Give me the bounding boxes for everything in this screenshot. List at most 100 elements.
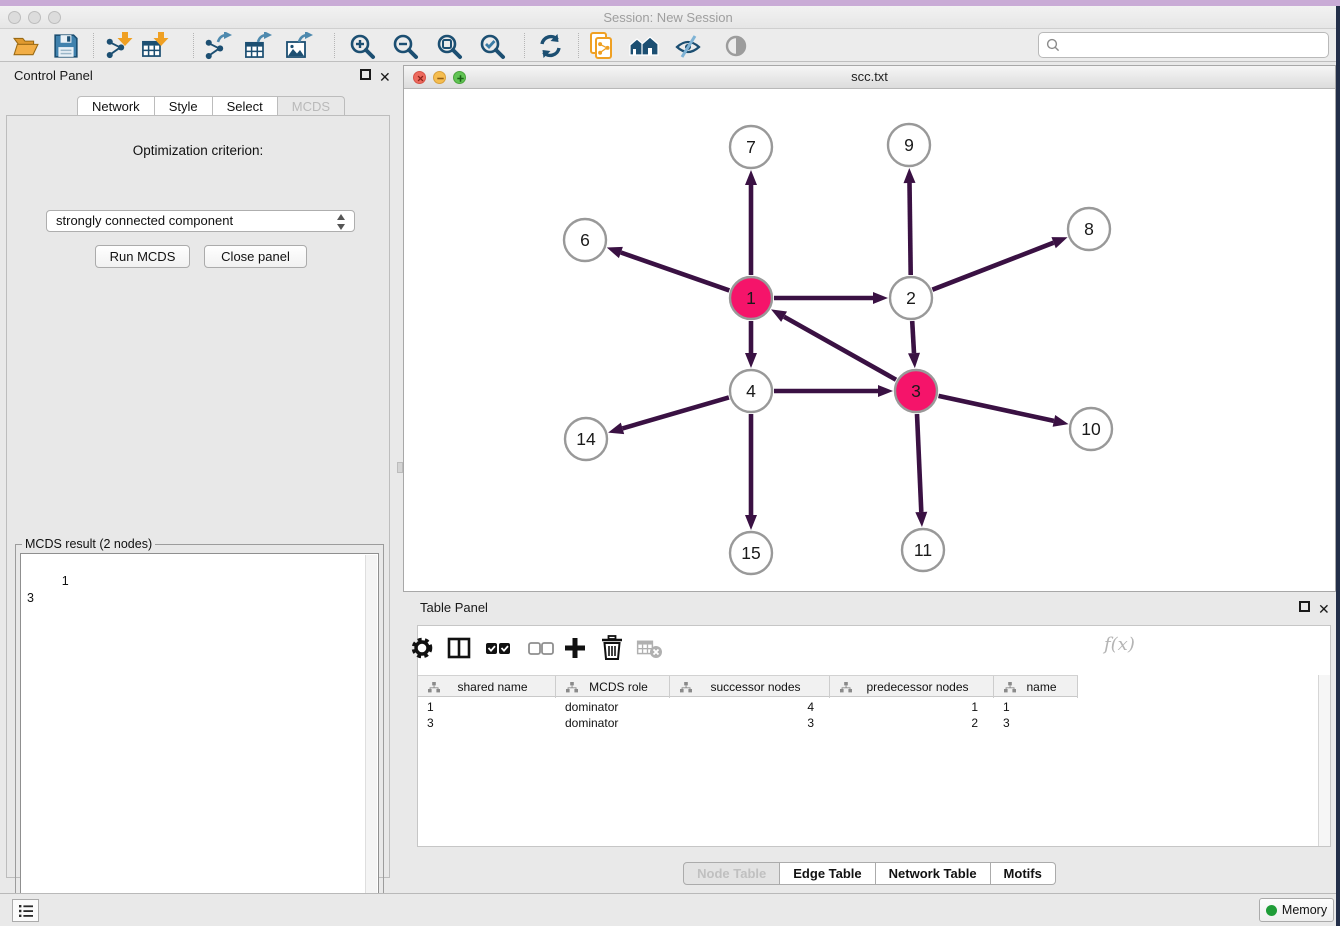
tab-node-table[interactable]: Node Table bbox=[683, 862, 780, 885]
zoom-window-icon[interactable] bbox=[48, 11, 61, 24]
zoom-fit-icon[interactable] bbox=[434, 31, 464, 61]
table-cell[interactable]: dominator bbox=[565, 699, 669, 715]
table-cell[interactable]: dominator bbox=[565, 715, 669, 731]
memory-button[interactable]: Memory bbox=[1259, 898, 1334, 922]
tab-edge-table[interactable]: Edge Table bbox=[780, 862, 875, 885]
result-scrollbar[interactable] bbox=[365, 555, 377, 917]
node-7[interactable]: 7 bbox=[730, 126, 772, 168]
sort-column-icon[interactable] bbox=[1004, 682, 1016, 693]
edge-4-14[interactable] bbox=[623, 397, 729, 428]
table-cell[interactable]: 1 bbox=[830, 699, 978, 715]
tab-motifs[interactable]: Motifs bbox=[991, 862, 1056, 885]
run-mcds-button[interactable]: Run MCDS bbox=[95, 245, 190, 268]
mcds-result-text[interactable]: 1 3 bbox=[20, 553, 379, 917]
table-cell[interactable]: 3 bbox=[427, 715, 555, 731]
delete-column-icon[interactable] bbox=[598, 634, 626, 662]
edge-2-8[interactable] bbox=[932, 243, 1053, 290]
home-views-icon[interactable] bbox=[629, 31, 659, 61]
sort-column-icon[interactable] bbox=[566, 682, 578, 693]
column-header-name[interactable]: name bbox=[994, 676, 1078, 698]
sort-column-icon[interactable] bbox=[840, 682, 852, 693]
node-10[interactable]: 10 bbox=[1070, 408, 1112, 450]
close-panel-icon[interactable]: ✕ bbox=[379, 69, 392, 82]
table-settings-icon[interactable] bbox=[408, 634, 436, 662]
add-column-icon[interactable] bbox=[561, 634, 589, 662]
network-canvas[interactable]: 7 9 6 8 1 2 4 3 14 10 15 11 bbox=[404, 89, 1335, 591]
close-window-icon[interactable] bbox=[8, 11, 21, 24]
node-11[interactable]: 11 bbox=[902, 529, 944, 571]
window-titlebar[interactable]: Session: New Session bbox=[0, 6, 1336, 29]
table-cell[interactable]: 4 bbox=[670, 699, 814, 715]
network-documents-icon[interactable] bbox=[587, 31, 617, 61]
table-cell[interactable]: 2 bbox=[830, 715, 978, 731]
open-session-icon[interactable] bbox=[11, 31, 41, 61]
column-header-MCDS-role[interactable]: MCDS role bbox=[556, 676, 670, 698]
column-header-successor-nodes[interactable]: successor nodes bbox=[670, 676, 830, 698]
select-all-icon[interactable] bbox=[484, 634, 512, 662]
node-6[interactable]: 6 bbox=[564, 219, 606, 261]
network-window-titlebar[interactable]: scc.txt bbox=[404, 66, 1335, 89]
sort-column-icon[interactable] bbox=[428, 682, 440, 693]
node-15[interactable]: 15 bbox=[730, 532, 772, 574]
edge-3-10[interactable] bbox=[939, 396, 1054, 421]
import-network-icon[interactable] bbox=[105, 31, 135, 61]
table-cell[interactable]: 1 bbox=[1003, 699, 1077, 715]
split-panel-icon[interactable] bbox=[445, 634, 473, 662]
import-table-icon[interactable] bbox=[141, 31, 171, 61]
table-row[interactable]: 3dominator323 bbox=[418, 715, 1078, 731]
node-14[interactable]: 14 bbox=[565, 418, 607, 460]
function-builder-button[interactable]: f(x) bbox=[1104, 634, 1135, 655]
edge-3-1[interactable] bbox=[784, 317, 896, 380]
search-box[interactable] bbox=[1038, 32, 1329, 58]
tab-network-table[interactable]: Network Table bbox=[876, 862, 991, 885]
tab-mcds[interactable]: MCDS bbox=[278, 96, 345, 116]
column-header-predecessor-nodes[interactable]: predecessor nodes bbox=[830, 676, 994, 698]
criterion-dropdown[interactable]: strongly connected component bbox=[46, 210, 355, 232]
zoom-view-icon[interactable] bbox=[453, 71, 466, 84]
refresh-layout-icon[interactable] bbox=[535, 31, 565, 61]
node-3[interactable]: 3 bbox=[895, 370, 937, 412]
tab-select[interactable]: Select bbox=[213, 96, 278, 116]
node-2[interactable]: 2 bbox=[890, 277, 932, 319]
node-1[interactable]: 1 bbox=[730, 277, 772, 319]
zoom-out-icon[interactable] bbox=[390, 31, 420, 61]
edge-2-9[interactable] bbox=[910, 183, 911, 275]
svg-text:7: 7 bbox=[746, 137, 756, 157]
column-header-shared-name[interactable]: shared name bbox=[418, 676, 556, 698]
table-cell[interactable]: 1 bbox=[427, 699, 555, 715]
close-table-panel-icon[interactable]: ✕ bbox=[1318, 601, 1331, 614]
zoom-in-icon[interactable] bbox=[347, 31, 377, 61]
hide-graphics-details-icon[interactable] bbox=[673, 31, 703, 61]
table-row[interactable]: 1dominator411 bbox=[418, 699, 1078, 715]
table-cell[interactable]: 3 bbox=[670, 715, 814, 731]
list-icon bbox=[18, 904, 34, 918]
float-table-panel-icon[interactable] bbox=[1299, 601, 1312, 614]
save-session-icon[interactable] bbox=[51, 31, 81, 61]
float-panel-icon[interactable] bbox=[360, 69, 373, 82]
close-view-icon[interactable] bbox=[413, 71, 426, 84]
deselect-all-icon[interactable] bbox=[527, 634, 555, 662]
search-input[interactable] bbox=[1064, 35, 1328, 55]
close-panel-button[interactable]: Close panel bbox=[204, 245, 307, 268]
zoom-selected-icon[interactable] bbox=[477, 31, 507, 61]
task-history-button[interactable] bbox=[12, 899, 39, 922]
node-9[interactable]: 9 bbox=[888, 124, 930, 166]
export-table-icon[interactable] bbox=[244, 31, 274, 61]
delete-table-disabled-icon[interactable] bbox=[636, 634, 664, 662]
sort-column-icon[interactable] bbox=[680, 682, 692, 693]
table-cell[interactable]: 3 bbox=[1003, 715, 1077, 731]
export-image-icon[interactable] bbox=[285, 31, 315, 61]
node-4[interactable]: 4 bbox=[730, 370, 772, 412]
tab-style[interactable]: Style bbox=[155, 96, 213, 116]
minimize-window-icon[interactable] bbox=[28, 11, 41, 24]
show-graphics-details-disabled-icon[interactable] bbox=[721, 31, 751, 61]
edge-3-11[interactable] bbox=[917, 414, 921, 512]
edge-2-3[interactable] bbox=[912, 321, 914, 353]
tab-network[interactable]: Network bbox=[77, 96, 155, 116]
edge-1-6[interactable] bbox=[621, 253, 729, 291]
toolbar-separator bbox=[93, 33, 94, 58]
node-8[interactable]: 8 bbox=[1068, 208, 1110, 250]
minimize-view-icon[interactable] bbox=[433, 71, 446, 84]
export-network-icon[interactable] bbox=[204, 31, 234, 61]
table-scrollbar[interactable] bbox=[1318, 675, 1330, 846]
